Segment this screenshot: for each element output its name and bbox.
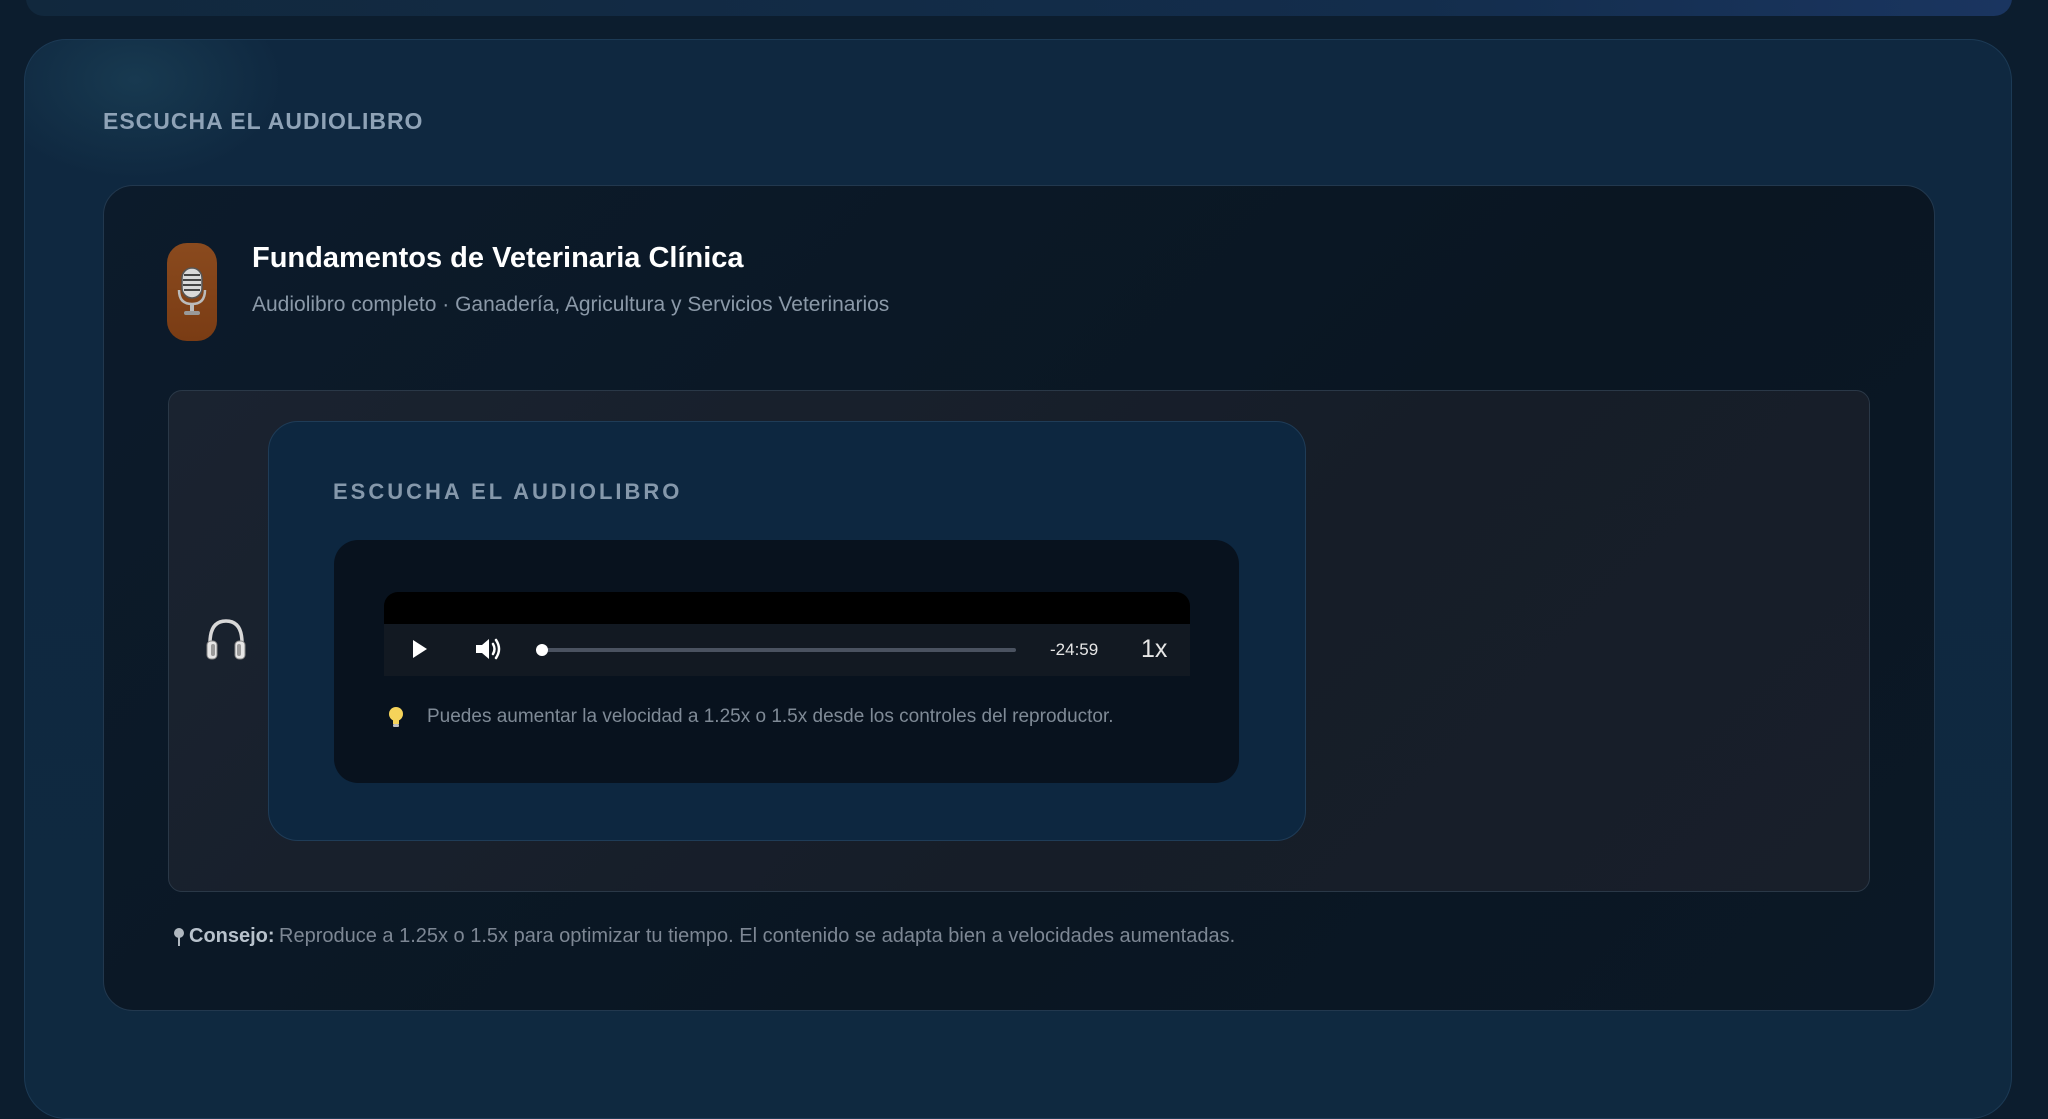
audio-player-header	[384, 592, 1190, 624]
pin-icon	[172, 927, 186, 952]
volume-icon	[476, 638, 501, 660]
time-remaining: -24:59	[1050, 640, 1099, 659]
section-title: ESCUCHA EL AUDIOLIBRO	[103, 108, 424, 134]
play-button[interactable]	[411, 638, 429, 665]
progress-handle[interactable]	[536, 644, 548, 656]
tip-text: Reproduce a 1.25x o 1.5x para optimizar …	[279, 925, 1236, 947]
progress-track[interactable]	[540, 648, 1016, 652]
book-title: Fundamentos de Veterinaria Clínica	[252, 242, 744, 274]
headphones-icon	[205, 617, 247, 666]
top-banner	[26, 0, 2012, 16]
microphone-badge	[167, 243, 217, 341]
player-title: ESCUCHA EL AUDIOLIBRO	[333, 479, 683, 504]
playback-rate-button[interactable]: 1x	[1141, 635, 1167, 664]
microphone-icon	[177, 267, 207, 315]
tip-label: Consejo:	[189, 925, 275, 947]
volume-button[interactable]	[474, 635, 504, 668]
play-icon	[413, 640, 427, 658]
lightbulb-icon	[387, 706, 405, 735]
book-subtitle: Audiolibro completo · Ganadería, Agricul…	[252, 293, 890, 316]
speed-hint: Puedes aumentar la velocidad a 1.25x o 1…	[427, 706, 1114, 727]
